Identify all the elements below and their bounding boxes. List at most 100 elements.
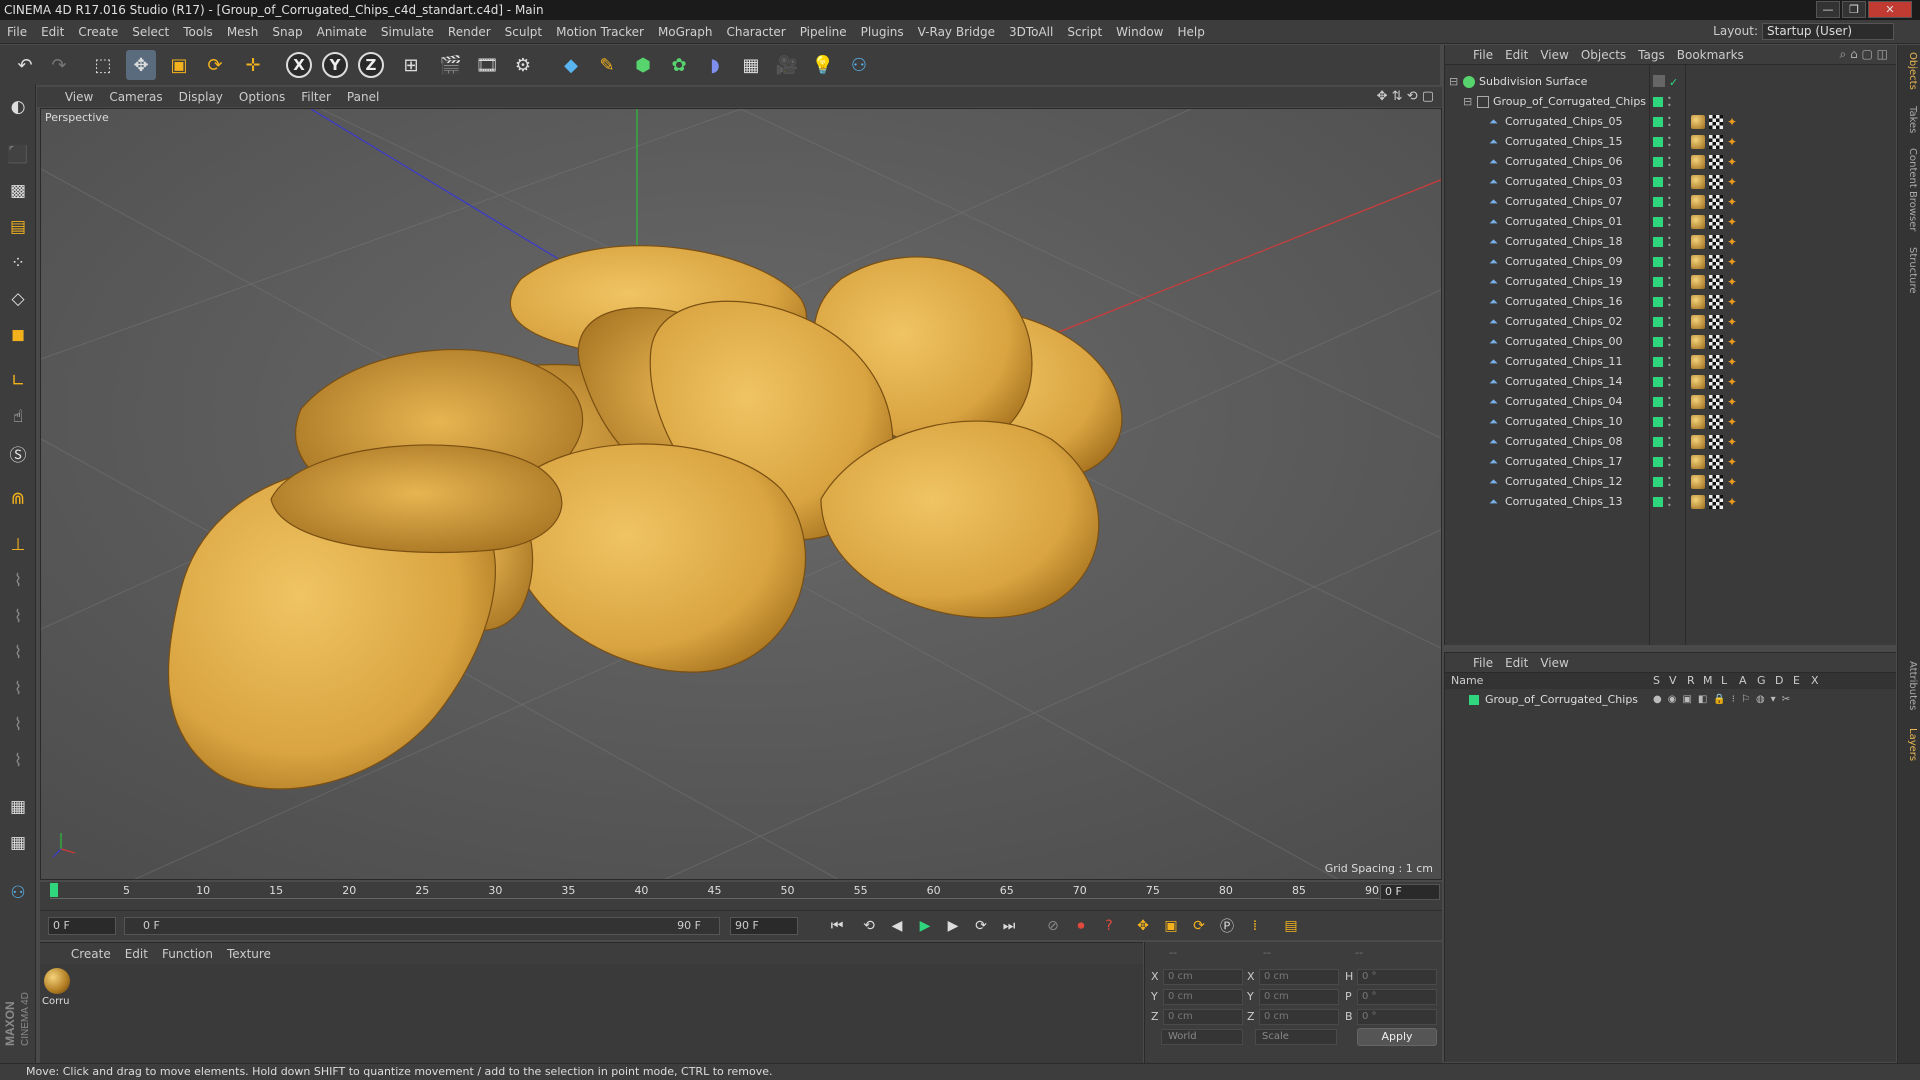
render-dots-icon[interactable]: • • <box>1667 215 1672 230</box>
render-dots-icon[interactable]: • • <box>1667 475 1672 490</box>
end-frame-field[interactable]: 90 F <box>730 917 798 935</box>
material-tag-icon[interactable] <box>1691 275 1705 289</box>
col-solo[interactable]: S <box>1653 673 1660 689</box>
uvw-tag-icon[interactable] <box>1709 195 1723 209</box>
minimize-button[interactable]: — <box>1816 1 1840 18</box>
rotate-tool-icon[interactable]: ⟳ <box>200 50 230 80</box>
redo-icon[interactable]: ↷ <box>44 50 74 80</box>
render-dots-icon[interactable]: • • <box>1667 335 1672 350</box>
python-icon[interactable]: ⚇ <box>844 50 874 80</box>
object-row[interactable]: ⏶ Corrugated_Chips_06 • • ✦ <box>1445 152 1897 172</box>
menu-plugins[interactable]: Plugins <box>854 20 911 44</box>
size-mode-select[interactable]: Scale <box>1255 1029 1337 1045</box>
object-row[interactable]: ⏶ Corrugated_Chips_17 • • ✦ <box>1445 452 1897 472</box>
texture-axis-icon[interactable]: ▦ <box>4 793 32 821</box>
pos-y-field[interactable]: 0 cm <box>1163 989 1243 1005</box>
polygons-mode-icon[interactable]: ◼ <box>4 321 32 349</box>
material-tag-icon[interactable] <box>1691 215 1705 229</box>
texture-tag-icon[interactable]: ✦ <box>1727 235 1741 249</box>
material-tag-icon[interactable] <box>1691 195 1705 209</box>
workplane-axis-icon[interactable]: ⊥ <box>4 531 32 559</box>
axis-mode-icon[interactable]: ∟ <box>4 367 32 395</box>
key-rotation-icon[interactable]: ⟳ <box>1188 915 1210 937</box>
lm-menu-file[interactable]: File <box>1467 653 1499 673</box>
viewport-menu-cameras[interactable]: Cameras <box>101 87 170 107</box>
object-row[interactable]: ⏶ Corrugated_Chips_10 • • ✦ <box>1445 412 1897 432</box>
sculpt-brush-6-icon[interactable]: ⌇ <box>4 747 32 775</box>
transform-tool-icon[interactable]: ✛ <box>238 50 268 80</box>
render-dots-icon[interactable]: • • <box>1667 395 1672 410</box>
size-z-field[interactable]: 0 cm <box>1259 1009 1339 1025</box>
col-expressions[interactable]: E <box>1793 673 1800 689</box>
texture-tag-icon[interactable]: ✦ <box>1727 335 1741 349</box>
render-dots-icon[interactable]: • • <box>1667 455 1672 470</box>
menu-file[interactable]: File <box>0 20 34 44</box>
object-row[interactable]: ⏶ Corrugated_Chips_09 • • ✦ <box>1445 252 1897 272</box>
material-tag-icon[interactable] <box>1691 375 1705 389</box>
sculpt-brush-3-icon[interactable]: ⌇ <box>4 639 32 667</box>
visibility-toggle[interactable] <box>1653 377 1663 387</box>
render-dots-icon[interactable]: • • <box>1667 495 1672 510</box>
coordinate-space-select[interactable]: World <box>1161 1029 1243 1045</box>
render-dots-icon[interactable]: • • <box>1667 355 1672 370</box>
col-visible[interactable]: V <box>1669 673 1677 689</box>
texture-tag-icon[interactable]: ✦ <box>1727 275 1741 289</box>
material-tag-icon[interactable] <box>1691 235 1705 249</box>
uvw-tag-icon[interactable] <box>1709 375 1723 389</box>
menu-vray-bridge[interactable]: V-Ray Bridge <box>911 20 1002 44</box>
tab-structure[interactable]: Structure <box>1901 243 1918 297</box>
visibility-toggle[interactable] <box>1653 497 1663 507</box>
texture-tag-icon[interactable]: ✦ <box>1727 155 1741 169</box>
pos-x-field[interactable]: 0 cm <box>1163 969 1243 985</box>
render-dots-icon[interactable]: • • <box>1667 95 1672 110</box>
texture-tag-icon[interactable]: ✦ <box>1727 455 1741 469</box>
texture-tag-icon[interactable]: ✦ <box>1727 395 1741 409</box>
menu-sculpt[interactable]: Sculpt <box>498 20 549 44</box>
menu-snap[interactable]: Snap <box>265 20 309 44</box>
menu-simulate[interactable]: Simulate <box>374 20 441 44</box>
material-tag-icon[interactable] <box>1691 175 1705 189</box>
material-tag-icon[interactable] <box>1691 315 1705 329</box>
tab-layers[interactable]: Layers <box>1901 725 1918 765</box>
previous-key-icon[interactable]: ⟲ <box>858 915 880 937</box>
camera-icon[interactable]: 🎥 <box>772 50 802 80</box>
object-row[interactable]: ⏶ Corrugated_Chips_15 • • ✦ <box>1445 132 1897 152</box>
snap-icon[interactable]: Ⓢ <box>4 439 32 467</box>
texture-tag-icon[interactable]: ✦ <box>1727 475 1741 489</box>
apply-button[interactable]: Apply <box>1357 1028 1437 1046</box>
render-picture-viewer-icon[interactable]: 🎞 <box>472 50 502 80</box>
material-tag-icon[interactable] <box>1691 135 1705 149</box>
menu-motion-tracker[interactable]: Motion Tracker <box>549 20 651 44</box>
coordinate-system-icon[interactable]: ⊞ <box>396 50 426 80</box>
lm-menu-edit[interactable]: Edit <box>1499 653 1534 673</box>
python-script-icon[interactable]: ⚇ <box>4 879 32 907</box>
key-pla-icon[interactable]: ⁞ <box>1244 915 1266 937</box>
uvw-tag-icon[interactable] <box>1709 475 1723 489</box>
uvw-tag-icon[interactable] <box>1709 435 1723 449</box>
deformer-icon[interactable]: ◗ <box>700 50 730 80</box>
material-name[interactable]: Corru <box>42 996 70 1007</box>
layer-flag-icons[interactable]: ●◉▣◧🔒⁝⚐◍▾✂ <box>1653 691 1796 709</box>
object-row[interactable]: ⏶ Corrugated_Chips_11 • • ✦ <box>1445 352 1897 372</box>
object-row[interactable]: ⏶ Corrugated_Chips_00 • • ✦ <box>1445 332 1897 352</box>
render-dots-icon[interactable]: • • <box>1667 435 1672 450</box>
make-editable-icon[interactable]: ◐ <box>4 93 32 121</box>
visibility-toggle[interactable] <box>1653 237 1663 247</box>
texture-tag-icon[interactable]: ✦ <box>1727 355 1741 369</box>
key-parameter-icon[interactable]: Ⓟ <box>1216 915 1238 937</box>
live-selection-icon[interactable]: ⬚ <box>88 50 118 80</box>
om-menu-objects[interactable]: Objects <box>1575 45 1632 65</box>
record-active-icon[interactable]: ⊘ <box>1042 915 1064 937</box>
layer-row[interactable]: Group_of_Corrugated_Chips ●◉▣◧🔒⁝⚐◍▾✂ <box>1445 691 1897 709</box>
x-axis-lock-icon[interactable]: X <box>286 52 312 78</box>
magnet-icon[interactable]: ⋒ <box>4 485 32 513</box>
go-to-end-icon[interactable]: ⏭ <box>998 915 1020 937</box>
material-tag-icon[interactable] <box>1691 255 1705 269</box>
render-dots-icon[interactable]: • • <box>1667 135 1672 150</box>
uvw-tag-icon[interactable] <box>1709 175 1723 189</box>
om-menu-bookmarks[interactable]: Bookmarks <box>1671 45 1750 65</box>
om-menu-edit[interactable]: Edit <box>1499 45 1534 65</box>
uvw-tag-icon[interactable] <box>1709 355 1723 369</box>
uvw-tag-icon[interactable] <box>1709 155 1723 169</box>
material-tag-icon[interactable] <box>1691 155 1705 169</box>
